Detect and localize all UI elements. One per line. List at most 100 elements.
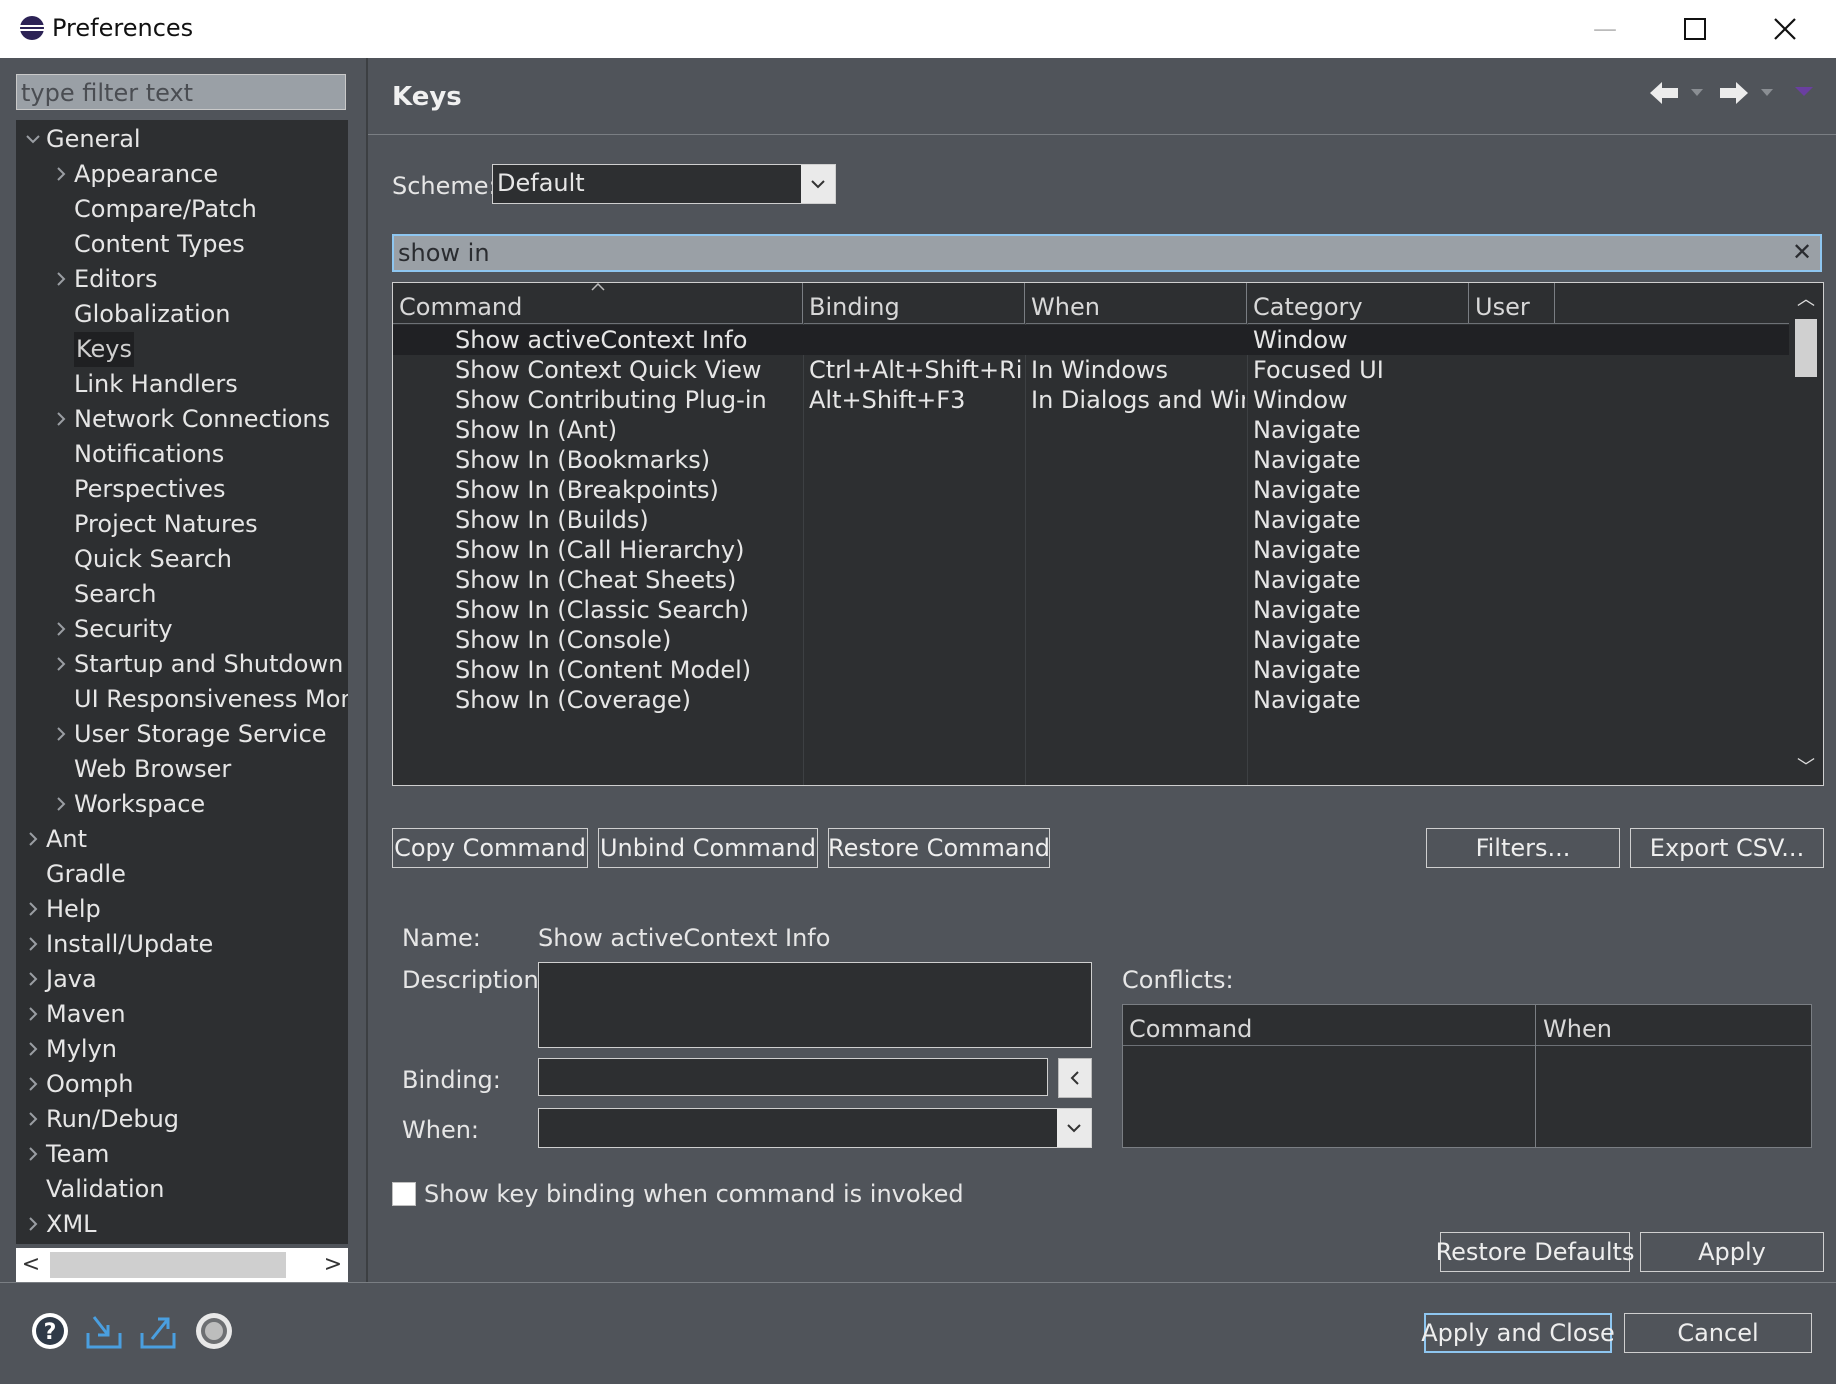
expanded-chevron-icon[interactable] bbox=[26, 132, 40, 146]
tree-item[interactable]: Workspace bbox=[16, 787, 348, 822]
preference-tree[interactable]: General Appearance Compare/Patch Content Ty… bbox=[16, 120, 348, 1244]
tree-item[interactable]: Ant bbox=[16, 822, 348, 857]
collapsed-chevron-icon[interactable] bbox=[54, 797, 68, 811]
table-row[interactable]: Show In (Builds) Navigate bbox=[393, 505, 1789, 535]
table-row[interactable]: Show In (Coverage) Navigate bbox=[393, 685, 1789, 715]
cancel-button[interactable]: Cancel bbox=[1624, 1313, 1812, 1353]
table-row[interactable]: Show In (Call Hierarchy) Navigate bbox=[393, 535, 1789, 565]
pane-divider[interactable] bbox=[366, 58, 368, 1282]
table-row[interactable]: Show In (Cheat Sheets) Navigate bbox=[393, 565, 1789, 595]
collapsed-chevron-icon[interactable] bbox=[54, 657, 68, 671]
table-row[interactable]: Show Context Quick View Ctrl+Alt+Shift+Ri… bbox=[393, 355, 1789, 385]
scheme-combo[interactable]: Default bbox=[492, 164, 836, 204]
collapsed-chevron-icon[interactable] bbox=[54, 622, 68, 636]
collapsed-chevron-icon[interactable] bbox=[26, 1077, 40, 1091]
tree-item[interactable]: Globalization bbox=[16, 297, 348, 332]
tree-item[interactable]: Project Natures bbox=[16, 507, 348, 542]
column-header-when[interactable]: When bbox=[1025, 283, 1247, 323]
collapsed-chevron-icon[interactable] bbox=[26, 1112, 40, 1126]
collapsed-chevron-icon[interactable] bbox=[26, 1217, 40, 1231]
collapsed-chevron-icon[interactable] bbox=[26, 1007, 40, 1021]
table-row[interactable]: Show In (Console) Navigate bbox=[393, 625, 1789, 655]
show-binding-checkbox[interactable] bbox=[392, 1182, 416, 1206]
table-row[interactable]: Show In (Classic Search) Navigate bbox=[393, 595, 1789, 625]
back-arrow-icon[interactable] bbox=[1648, 78, 1680, 108]
tree-item[interactable]: Validation bbox=[16, 1172, 348, 1207]
import-icon[interactable] bbox=[84, 1309, 124, 1353]
table-row[interactable]: Show In (Bookmarks) Navigate bbox=[393, 445, 1789, 475]
tree-item[interactable]: Help bbox=[16, 892, 348, 927]
tree-item[interactable]: Link Handlers bbox=[16, 367, 348, 402]
apply-button[interactable]: Apply bbox=[1640, 1232, 1824, 1272]
close-button[interactable] bbox=[1740, 0, 1830, 58]
scrollbar-thumb[interactable] bbox=[1795, 319, 1817, 377]
command-search-input[interactable]: show in ✕ bbox=[392, 234, 1822, 272]
table-row[interactable]: Show activeContext Info Window bbox=[393, 325, 1789, 355]
forward-history-dropdown-icon[interactable] bbox=[1760, 88, 1774, 98]
tree-item[interactable]: Compare/Patch bbox=[16, 192, 348, 227]
collapsed-chevron-icon[interactable] bbox=[54, 167, 68, 181]
description-field[interactable] bbox=[538, 962, 1092, 1048]
tree-item[interactable]: Quick Search bbox=[16, 542, 348, 577]
tree-item[interactable]: Web Browser bbox=[16, 752, 348, 787]
minimize-button[interactable]: — bbox=[1560, 0, 1650, 58]
chevron-down-icon[interactable] bbox=[1057, 1109, 1091, 1147]
collapsed-chevron-icon[interactable] bbox=[26, 902, 40, 916]
tree-item[interactable]: General bbox=[16, 122, 348, 157]
filters-button[interactable]: Filters... bbox=[1426, 828, 1620, 868]
collapsed-chevron-icon[interactable] bbox=[54, 727, 68, 741]
maximize-button[interactable] bbox=[1650, 0, 1740, 58]
tree-item[interactable]: User Storage Service bbox=[16, 717, 348, 752]
collapsed-chevron-icon[interactable] bbox=[26, 1147, 40, 1161]
table-vertical-scrollbar[interactable]: ︿ ﹀ bbox=[1789, 283, 1823, 785]
tree-item[interactable]: Network Connections bbox=[16, 402, 348, 437]
tree-item[interactable]: Team bbox=[16, 1137, 348, 1172]
collapsed-chevron-icon[interactable] bbox=[26, 937, 40, 951]
tree-item[interactable]: Oomph bbox=[16, 1067, 348, 1102]
back-history-dropdown-icon[interactable] bbox=[1690, 88, 1704, 98]
filter-input[interactable]: type filter text bbox=[16, 74, 346, 110]
collapsed-chevron-icon[interactable] bbox=[54, 272, 68, 286]
view-menu-icon[interactable] bbox=[1794, 86, 1814, 98]
scroll-left-button[interactable]: < bbox=[16, 1248, 46, 1282]
table-row[interactable]: Show In (Breakpoints) Navigate bbox=[393, 475, 1789, 505]
help-icon[interactable]: ? bbox=[30, 1309, 70, 1353]
tree-item[interactable]: Java bbox=[16, 962, 348, 997]
export-csv-button[interactable]: Export CSV... bbox=[1630, 828, 1824, 868]
apply-and-close-button[interactable]: Apply and Close bbox=[1421, 1313, 1615, 1353]
tree-item[interactable]: XML bbox=[16, 1207, 348, 1242]
tree-item[interactable]: UI Responsiveness Moni bbox=[16, 682, 348, 717]
tree-item[interactable]: Mylyn bbox=[16, 1032, 348, 1067]
tree-item[interactable]: Content Types bbox=[16, 227, 348, 262]
export-icon[interactable] bbox=[138, 1309, 178, 1353]
binding-field[interactable] bbox=[538, 1058, 1048, 1096]
forward-arrow-icon[interactable] bbox=[1718, 78, 1750, 108]
unbind-command-button[interactable]: Unbind Command bbox=[598, 828, 818, 868]
column-header-binding[interactable]: Binding bbox=[803, 283, 1025, 323]
table-row[interactable]: Show Contributing Plug-in Alt+Shift+F3 In … bbox=[393, 385, 1789, 415]
chevron-down-icon[interactable] bbox=[801, 165, 835, 203]
scroll-right-button[interactable]: > bbox=[318, 1248, 348, 1282]
restore-command-button[interactable]: Restore Command bbox=[828, 828, 1050, 868]
tree-item[interactable]: Maven bbox=[16, 997, 348, 1032]
when-combo[interactable] bbox=[538, 1108, 1092, 1148]
table-row[interactable]: Show In (Content Model) Navigate bbox=[393, 655, 1789, 685]
keys-table[interactable]: Command Binding When Category User Show acti… bbox=[392, 282, 1824, 786]
scroll-up-icon[interactable]: ︿ bbox=[1789, 283, 1823, 317]
tree-item[interactable]: Startup and Shutdown bbox=[16, 647, 348, 682]
collapsed-chevron-icon[interactable] bbox=[26, 1042, 40, 1056]
tree-horizontal-scrollbar[interactable]: < > bbox=[16, 1248, 348, 1282]
conflicts-table[interactable]: Command When bbox=[1122, 1004, 1812, 1148]
collapsed-chevron-icon[interactable] bbox=[26, 832, 40, 846]
tree-item[interactable]: Search bbox=[16, 577, 348, 612]
tree-item[interactable]: Run/Debug bbox=[16, 1102, 348, 1137]
scroll-down-icon[interactable]: ﹀ bbox=[1789, 751, 1823, 785]
tree-item[interactable]: Keys bbox=[16, 332, 348, 367]
tree-item[interactable]: Install/Update bbox=[16, 927, 348, 962]
column-header-category[interactable]: Category bbox=[1247, 283, 1469, 323]
scrollbar-thumb[interactable] bbox=[50, 1252, 286, 1278]
table-row[interactable]: Show In (Ant) Navigate bbox=[393, 415, 1789, 445]
column-header-user[interactable]: User bbox=[1469, 283, 1555, 323]
collapsed-chevron-icon[interactable] bbox=[26, 972, 40, 986]
clear-icon[interactable]: ✕ bbox=[1790, 240, 1814, 264]
